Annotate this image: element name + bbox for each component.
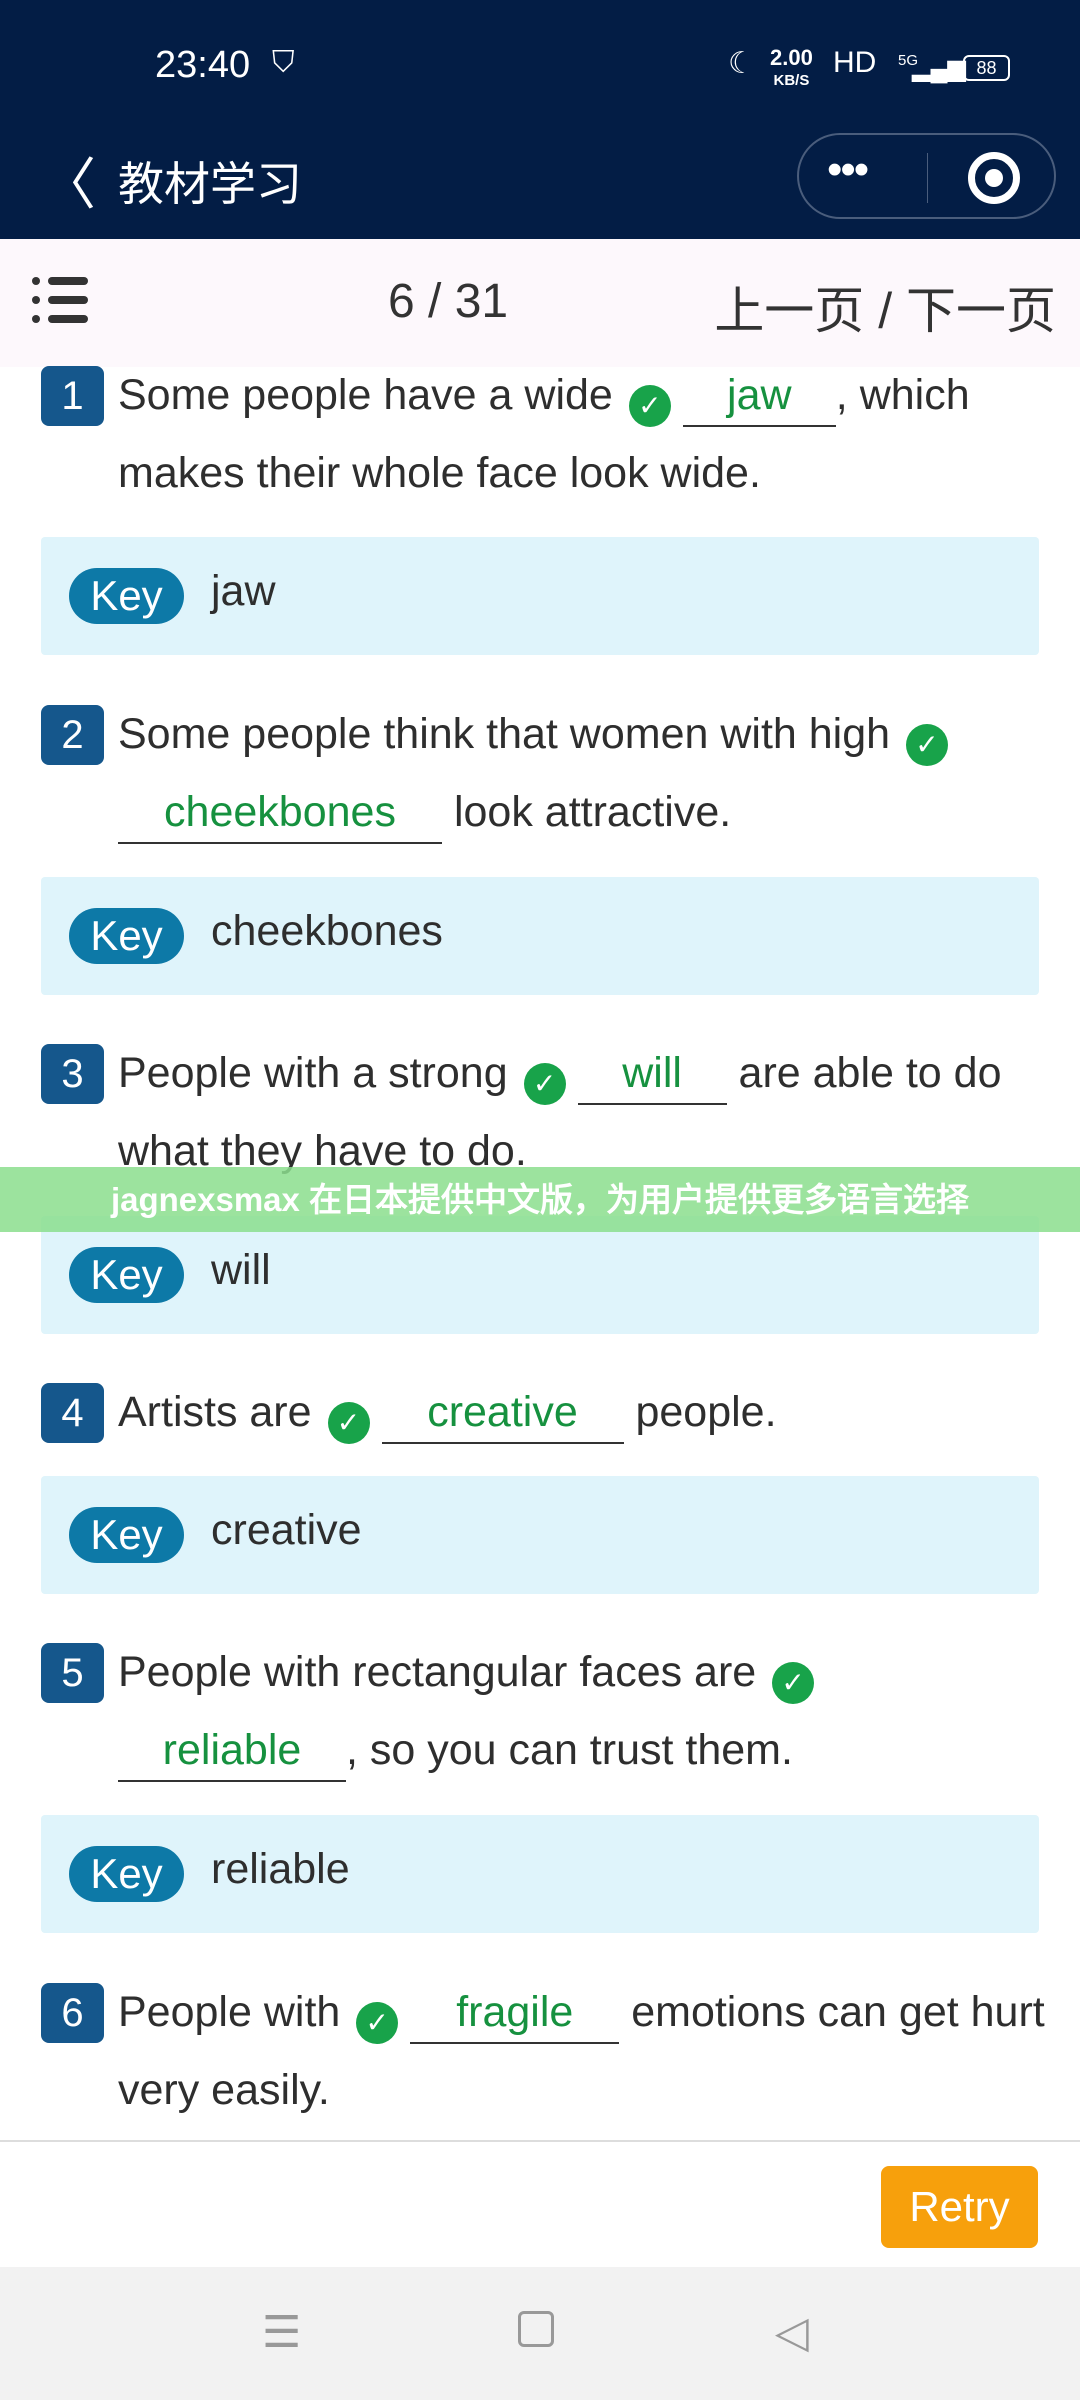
question-text: Some people think that women with high bbox=[118, 710, 891, 758]
answer-blank[interactable]: cheekbones bbox=[118, 782, 442, 844]
question-5: 5 People with rectangular faces are ✓ rel… bbox=[41, 1633, 1041, 1789]
question-number: 1 bbox=[41, 366, 104, 426]
clock: 23:40 bbox=[155, 44, 251, 86]
key-badge: Key bbox=[69, 568, 184, 624]
menu-list-icon[interactable] bbox=[32, 277, 88, 323]
question-text: People with rectangular faces are bbox=[118, 1648, 757, 1696]
check-circle-icon: ✓ bbox=[772, 1662, 815, 1704]
mini-program-capsule: ••• bbox=[797, 133, 1056, 219]
check-circle-icon: ✓ bbox=[906, 724, 949, 766]
moon-icon: ☾ bbox=[728, 47, 755, 80]
retry-button[interactable]: Retry bbox=[881, 2166, 1038, 2248]
question-2: 2 Some people think that women with high… bbox=[41, 695, 1041, 851]
check-circle-icon: ✓ bbox=[356, 2002, 399, 2044]
page-toolbar: 6 / 31 上一页 / 下一页 bbox=[0, 239, 1080, 367]
home-nav-icon[interactable] bbox=[518, 2311, 554, 2347]
answer-key-box: Key will bbox=[41, 1216, 1039, 1334]
question-text: Artists are bbox=[118, 1388, 312, 1436]
close-target-icon[interactable] bbox=[968, 152, 1020, 204]
key-badge: Key bbox=[69, 908, 184, 964]
question-4: 4 Artists are ✓ creative people. bbox=[41, 1373, 1041, 1451]
app-header: 〈 教材学习 ••• bbox=[0, 130, 1080, 239]
overlay-banner: jagnexsmax 在日本提供中文版，为用户提供更多语言选择 bbox=[0, 1167, 1080, 1232]
page-indicator: 6 / 31 bbox=[388, 275, 509, 328]
question-number: 4 bbox=[41, 1383, 104, 1443]
answer-key-box: Key jaw bbox=[41, 537, 1039, 655]
key-badge: Key bbox=[69, 1507, 184, 1563]
speed-value: 2.00 bbox=[770, 45, 813, 70]
question-text: People with a strong bbox=[118, 1049, 508, 1097]
signal-icon: ▂▄▆ bbox=[912, 55, 966, 82]
hd-indicator: HD bbox=[833, 46, 877, 79]
answer-key-box: Key creative bbox=[41, 1476, 1039, 1594]
key-value: creative bbox=[211, 1506, 362, 1554]
question-1: 1 Some people have a wide ✓ jaw, which ma… bbox=[41, 356, 1041, 512]
menu-nav-icon[interactable]: ☰ bbox=[262, 2307, 301, 2358]
question-text-after: look attractive. bbox=[442, 788, 732, 836]
answer-blank[interactable]: fragile bbox=[410, 1982, 620, 2044]
key-value: reliable bbox=[211, 1845, 350, 1893]
question-text: People with bbox=[118, 1988, 341, 2036]
question-number: 3 bbox=[41, 1044, 104, 1104]
page-title: 教材学习 bbox=[118, 158, 302, 210]
back-nav-icon[interactable]: ◁ bbox=[775, 2307, 809, 2358]
system-nav-bar: ☰ ◁ bbox=[0, 2267, 1080, 2400]
status-bar: 23:40 ⛉ ☾ 2.00 KB/S HD 5G ▂▄▆ 88 bbox=[0, 0, 1080, 130]
bottom-action-bar: Retry bbox=[0, 2140, 1080, 2267]
check-circle-icon: ✓ bbox=[327, 1402, 370, 1444]
prev-next-page-link[interactable]: 上一页 / 下一页 bbox=[714, 271, 1056, 343]
question-number: 6 bbox=[41, 1983, 104, 2043]
answer-blank[interactable]: reliable bbox=[118, 1720, 346, 1782]
answer-blank[interactable]: creative bbox=[381, 1382, 624, 1444]
answer-key-box: Key cheekbones bbox=[41, 877, 1039, 995]
back-button[interactable]: 〈 bbox=[40, 140, 96, 221]
key-value: will bbox=[211, 1246, 271, 1294]
question-text-after: , so you can trust them. bbox=[346, 1726, 793, 1774]
key-value: cheekbones bbox=[211, 907, 443, 955]
answer-blank[interactable]: will bbox=[577, 1043, 727, 1105]
capsule-divider bbox=[927, 153, 928, 203]
question-text: Some people have a wide bbox=[118, 371, 613, 419]
answer-blank[interactable]: jaw bbox=[682, 365, 836, 427]
vpn-shield-icon: ⛉ bbox=[272, 46, 295, 79]
speed-unit: KB/S bbox=[773, 72, 810, 89]
question-number: 5 bbox=[41, 1643, 104, 1703]
key-value: jaw bbox=[211, 567, 276, 615]
question-text-after: people. bbox=[623, 1388, 777, 1436]
more-icon[interactable]: ••• bbox=[827, 145, 869, 195]
question-number: 2 bbox=[41, 705, 104, 765]
key-badge: Key bbox=[69, 1247, 184, 1303]
battery-icon: 88 bbox=[963, 55, 1010, 81]
answer-key-box: Key reliable bbox=[41, 1815, 1039, 1933]
question-6: 6 People with ✓ fragile emotions can get … bbox=[41, 1973, 1045, 2129]
network-speed: 2.00 KB/S bbox=[770, 45, 813, 91]
check-circle-icon: ✓ bbox=[523, 1063, 566, 1105]
check-circle-icon: ✓ bbox=[628, 385, 671, 427]
key-badge: Key bbox=[69, 1846, 184, 1902]
